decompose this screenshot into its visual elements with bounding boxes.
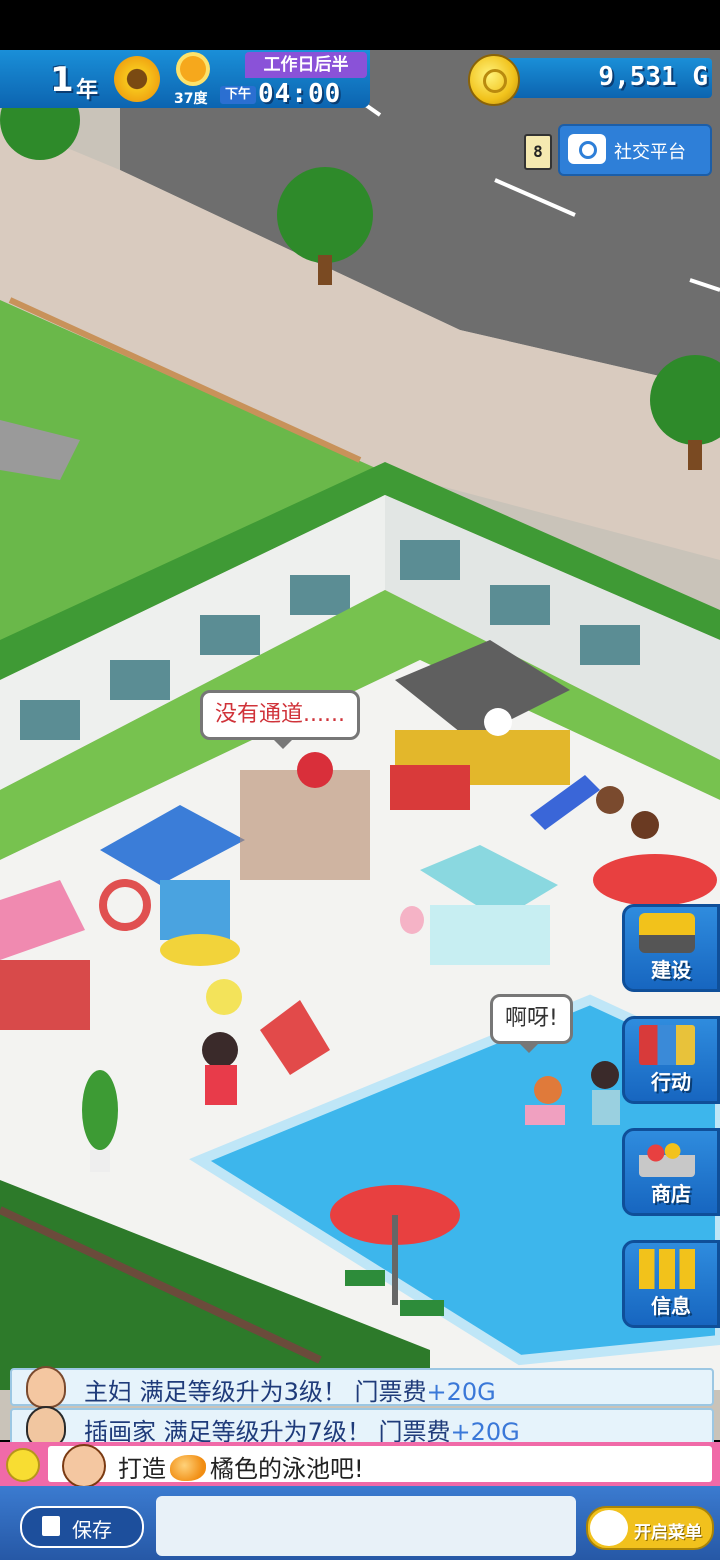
books-icon: [639, 1025, 695, 1065]
no-path-bubble: 没有通道......: [200, 690, 360, 749]
action-button[interactable]: 行动: [622, 1016, 720, 1104]
shop-button[interactable]: 商店: [622, 1128, 720, 1216]
social-count-badge: 8: [524, 134, 552, 170]
notification-item: 插画家 满足等级升为7级！ 门票费+20G: [10, 1406, 714, 1448]
lightbulb-icon: [6, 1448, 40, 1482]
save-label: 保存: [72, 1518, 112, 1542]
goal-text: 打造 橘色的泳池吧!: [118, 1449, 364, 1484]
bar-chart-icon: [639, 1249, 695, 1289]
pool-area-map: [0, 50, 720, 1390]
orange-paint-icon: [170, 1455, 206, 1481]
info-label: 信息: [651, 1294, 691, 1318]
goal-prefix: 打造: [118, 1455, 166, 1483]
info-button[interactable]: 信息: [622, 1240, 720, 1328]
social-platform-label: 社交平台: [614, 142, 686, 163]
year-unit: 年: [76, 78, 99, 103]
save-button[interactable]: 保存: [20, 1506, 144, 1548]
notification-item: 主妇 满足等级升为3级！ 门票费+20G: [10, 1366, 714, 1408]
period-badge: 工作日后半: [245, 52, 367, 78]
game-clock: 04:00: [258, 79, 342, 109]
action-label: 行动: [651, 1070, 691, 1094]
shopping-basket-icon: [639, 1137, 695, 1177]
save-icon: [42, 1516, 60, 1536]
camera-icon: [568, 134, 606, 164]
game-scene[interactable]: [0, 50, 720, 1440]
am-pm-label: 下午: [220, 86, 256, 104]
open-menu-toggle[interactable]: 开启菜单: [586, 1506, 714, 1550]
excavator-icon: [639, 913, 695, 953]
temperature: 37度: [174, 91, 208, 107]
coin-icon: [468, 54, 520, 106]
money-amount: 9,531 G: [598, 62, 708, 92]
oops-bubble: 啊呀!: [490, 994, 573, 1053]
sun-icon: [180, 56, 206, 82]
build-button[interactable]: 建设: [622, 904, 720, 992]
year-number: 1: [50, 60, 74, 100]
message-box: [156, 1496, 576, 1556]
goal-suffix: 橘色的泳池吧!: [210, 1455, 364, 1483]
build-label: 建设: [651, 958, 691, 982]
social-platform-button[interactable]: 社交平台: [558, 124, 712, 176]
notification-text: 主妇 满足等级升为3级！ 门票费: [84, 1378, 427, 1406]
notification-increment: +20G: [426, 1378, 496, 1406]
advisor-avatar: [62, 1444, 106, 1488]
open-menu-label: 开启菜单: [634, 1523, 702, 1543]
housewife-avatar: [26, 1366, 66, 1408]
toggle-knob: [590, 1510, 628, 1546]
shop-label: 商店: [651, 1182, 691, 1206]
sunflower-icon: [114, 56, 160, 102]
